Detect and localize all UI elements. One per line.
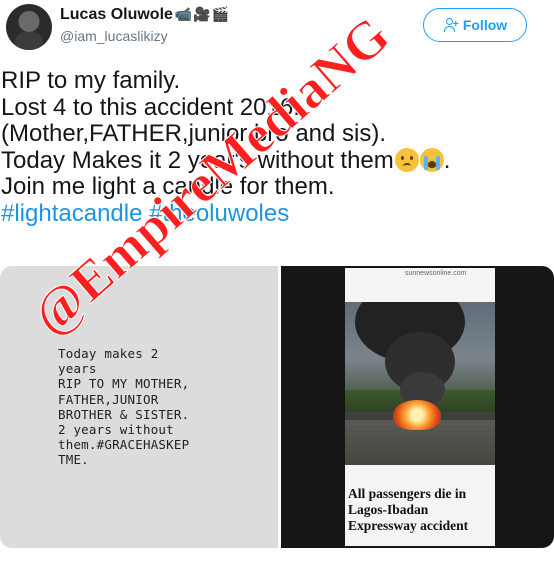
tweet-line: Join me light a candle for them. <box>1 173 335 200</box>
tweet-line: Lost 4 to this accident 2016. <box>1 93 300 121</box>
tweet-line-end: . <box>443 146 451 174</box>
tweet-line-text: Today Makes it 2 year's without them <box>1 146 394 174</box>
tweet-text: RIP to my family. Lost 4 to this acciden… <box>1 67 553 228</box>
user-handle[interactable]: @iam_lucaslikizy <box>60 28 168 44</box>
tweet-line: RIP to my family. <box>1 67 181 94</box>
tweet-header: Lucas Oluwole 📹🎥🎬 @iam_lucaslikizy + Foll… <box>0 0 554 58</box>
tweet-line: (Mother,FATHER,junior bro and sis). <box>1 120 387 147</box>
display-name[interactable]: Lucas Oluwole 📹🎥🎬 <box>60 6 230 24</box>
hashtag-link[interactable]: #theoluwoles <box>149 200 289 227</box>
follow-label: Follow <box>462 17 508 33</box>
fire <box>393 400 441 430</box>
media-image-news[interactable]: sunnewsonline.com All passengers die in … <box>281 266 554 548</box>
crying-face-emoji-icon <box>419 147 444 172</box>
tweet-media: Today makes 2 years RIP TO MY MOTHER, FA… <box>0 266 554 548</box>
sad-face-emoji-icon <box>394 147 419 172</box>
news-site: sunnewsonline.com <box>405 270 467 277</box>
follow-button[interactable]: + Follow <box>423 8 527 42</box>
hashtag-line: #lightacandle #theoluwoles <box>1 200 553 228</box>
tweet-line-with-emoji: Today Makes it 2 year's without them. <box>1 146 553 175</box>
news-headline: All passengers die in Lagos-Ibadan Expre… <box>348 486 469 533</box>
hashtag-link[interactable]: #lightacandle <box>1 200 142 227</box>
accident-photo <box>345 302 495 465</box>
note-text: Today makes 2 years RIP TO MY MOTHER, FA… <box>58 346 190 468</box>
avatar[interactable] <box>6 4 52 50</box>
add-user-icon: + <box>443 18 459 32</box>
display-name-text: Lucas Oluwole <box>60 6 173 23</box>
name-emoji-icons: 📹🎥🎬 <box>174 6 231 22</box>
media-image-note[interactable]: Today makes 2 years RIP TO MY MOTHER, FA… <box>0 266 278 548</box>
news-card: sunnewsonline.com All passengers die in … <box>345 268 495 546</box>
